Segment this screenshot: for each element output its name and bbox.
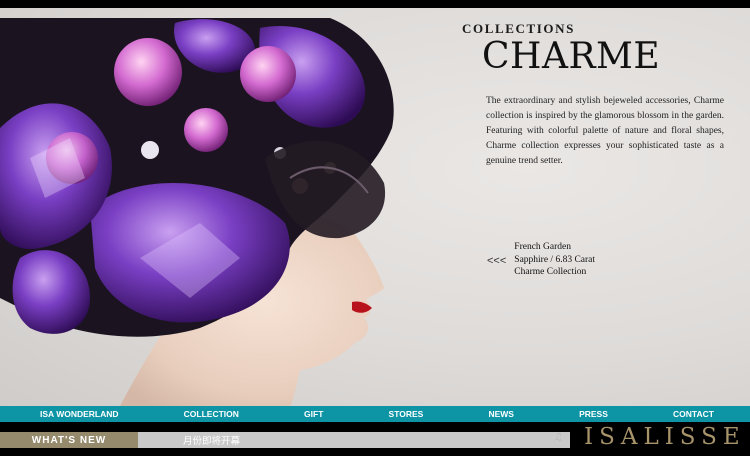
page: COLLECTIONS CHARME The extraordinary and… [0,0,750,456]
nav-item-stores[interactable]: STORES [389,409,424,419]
section-label: COLLECTIONS [462,21,575,36]
nav-item-collection[interactable]: COLLECTION [184,409,239,419]
nav-item-gift[interactable]: GIFT [304,409,323,419]
news-ticker[interactable]: 月份即将开幕 [138,432,570,448]
back-arrows-icon[interactable]: <<< [487,255,506,267]
caption-line-name: French Garden [514,242,571,252]
caption-line-stone: Sapphire / 6.83 Carat [514,254,596,265]
nav-item-isa-wonderland[interactable]: ISA WONDERLAND [40,409,119,419]
collection-description: The extraordinary and stylish bejeweled … [486,96,724,166]
nav-item-news[interactable]: NEWS [488,409,514,419]
nav-item-press[interactable]: PRESS [579,409,608,419]
caption-text: French Garden Sapphire / 6.83 Carat Char… [514,241,595,279]
nav-item-contact[interactable]: CONTACT [673,409,714,419]
footer-bar: WHAT'S NEW 月份即将开幕 ♫ ISALISSE [0,422,750,456]
hero-banner: COLLECTIONS CHARME The extraordinary and… [0,8,750,406]
main-nav: ISA WONDERLAND COLLECTION GIFT STORES NE… [0,406,750,422]
collection-title: CHARME [482,36,661,77]
whats-new-label[interactable]: WHAT'S NEW [0,432,138,448]
photo-caption: <<< French Garden Sapphire / 6.83 Carat … [487,241,595,279]
ticker-text: 月份即将开幕 [183,436,241,447]
music-note-icon[interactable]: ♫ [554,432,563,443]
caption-line-collection: Charme Collection [514,267,587,277]
collection-info: COLLECTIONS CHARME The extraordinary and… [462,22,724,169]
brand-logo[interactable]: ISALISSE [584,424,746,450]
